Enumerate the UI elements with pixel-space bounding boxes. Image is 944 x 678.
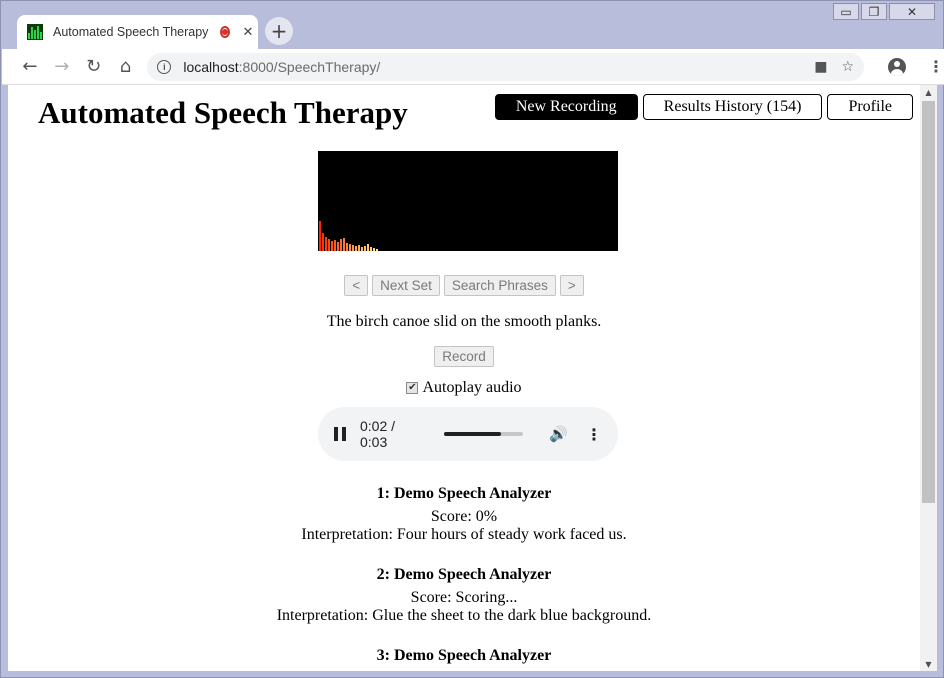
visualizer-bar	[367, 244, 369, 251]
results-list: 1: Demo Speech Analyzer Score: 0% Interp…	[8, 485, 920, 671]
new-tab-button[interactable]: +	[265, 17, 293, 45]
url-text: localhost:8000/SpeechTherapy/	[183, 59, 380, 75]
minimize-button[interactable]: ▭	[833, 3, 859, 20]
result-interpretation: Interpretation: Glue the sheet to the da…	[276, 607, 652, 624]
audio-player: 0:02 / 0:03 🔊 ⋮	[318, 407, 618, 461]
pause-icon[interactable]	[334, 427, 346, 441]
visualizer-bar	[334, 240, 336, 251]
autoplay-checkbox[interactable]: ✔	[406, 382, 419, 394]
result-interpretation: Interpretation: Four hours of steady wor…	[301, 526, 627, 543]
page-content: Automated Speech Therapy New Recording R…	[8, 85, 920, 671]
autoplay-row: ✔ Autoplay audio	[8, 379, 920, 397]
top-nav: New Recording Results History (154) Prof…	[494, 94, 913, 120]
result-title: 3: Demo Speech Analyzer	[376, 647, 552, 664]
results-history-tab[interactable]: Results History (154)	[642, 94, 823, 120]
camera-icon[interactable]: ■	[814, 59, 827, 75]
result-item: 2: Demo Speech Analyzer Score: Scoring..…	[8, 566, 920, 625]
visualizer-bar	[343, 238, 345, 251]
visualizer-bar	[322, 233, 324, 251]
visualizer-bar	[358, 245, 360, 251]
url-path: :8000/SpeechTherapy/	[238, 58, 381, 75]
visualizer-bar	[337, 242, 339, 251]
next-set-button[interactable]: Next Set	[372, 275, 440, 296]
profile-avatar-icon[interactable]	[888, 57, 906, 76]
home-icon[interactable]: ⌂	[110, 51, 142, 83]
browser-toolbar: ← → ↻ ⌂ i localhost:8000/SpeechTherapy/ …	[2, 49, 944, 85]
scroll-down-icon[interactable]: ▼	[920, 657, 937, 671]
address-bar[interactable]: i localhost:8000/SpeechTherapy/ ■ ☆	[147, 52, 865, 81]
result-item: 3: Demo Speech Analyzer	[8, 647, 920, 665]
scroll-up-icon[interactable]: ▲	[920, 85, 937, 99]
site-info-icon[interactable]: i	[157, 59, 172, 74]
result-score: Score: 0%	[430, 508, 498, 525]
visualizer-bar	[340, 239, 342, 251]
prev-phrase-button[interactable]: <	[344, 275, 369, 296]
browser-tab[interactable]: Automated Speech Therapy ✕	[17, 15, 258, 49]
tab-close-icon[interactable]: ✕	[242, 25, 253, 40]
visualizer-bar	[331, 241, 333, 251]
url-host: localhost	[183, 58, 239, 75]
profile-tab[interactable]: Profile	[827, 94, 913, 120]
close-window-button[interactable]: ✕	[889, 3, 935, 20]
record-row: Record	[8, 346, 920, 367]
forward-arrow-icon[interactable]: →	[46, 51, 78, 83]
visualizer-bar	[346, 243, 348, 251]
visualizer-bar	[373, 248, 375, 251]
phrase-controls: < Next Set Search Phrases >	[8, 275, 920, 296]
browser-menu-icon[interactable]: ⋮	[928, 57, 944, 76]
seek-progress	[443, 432, 502, 436]
new-recording-tab[interactable]: New Recording	[494, 94, 638, 120]
visualizer-bar	[328, 239, 330, 251]
visualizer-bar	[325, 237, 327, 251]
restore-button[interactable]: ❐	[861, 3, 887, 20]
volume-icon[interactable]: 🔊	[549, 425, 568, 443]
target-phrase: The birch canoe slid on the smooth plank…	[326, 313, 602, 330]
next-phrase-button[interactable]: >	[559, 275, 584, 296]
record-button[interactable]: Record	[434, 346, 494, 367]
result-title: 1: Demo Speech Analyzer	[376, 485, 552, 502]
bookmark-star-icon[interactable]: ☆	[842, 59, 855, 75]
audio-time: 0:02 / 0:03	[360, 418, 396, 450]
page-scrollbar[interactable]: ▲ ▼	[920, 85, 937, 671]
audio-menu-icon[interactable]: ⋮	[586, 425, 602, 444]
visualizer-bar	[370, 247, 372, 251]
page-title: Automated Speech Therapy	[38, 95, 408, 130]
visualizer-bar	[352, 245, 354, 251]
window-controls: ▭ ❐ ✕	[831, 3, 935, 20]
visualizer-bar	[355, 246, 357, 251]
tab-title: Automated Speech Therapy	[53, 25, 209, 39]
seek-bar[interactable]	[443, 432, 524, 436]
result-item: 1: Demo Speech Analyzer Score: 0% Interp…	[8, 485, 920, 544]
visualizer-bar	[361, 247, 363, 251]
search-phrases-button[interactable]: Search Phrases	[443, 275, 556, 296]
visualizer-bar	[349, 244, 351, 251]
record-dot-icon	[220, 26, 231, 38]
visualizer-bar	[364, 246, 366, 251]
back-arrow-icon[interactable]: ←	[14, 51, 46, 83]
omnibox-actions: ■ ☆	[814, 59, 854, 75]
visualizer-bar	[376, 249, 378, 251]
audio-visualizer	[318, 151, 618, 251]
autoplay-label: Autoplay audio	[422, 379, 522, 396]
result-score: Score: Scoring...	[410, 589, 518, 606]
scroll-thumb[interactable]	[922, 101, 935, 503]
reload-icon[interactable]: ↻	[78, 51, 110, 83]
visualizer-bar	[319, 221, 321, 251]
app-favicon-icon	[27, 24, 43, 40]
result-title: 2: Demo Speech Analyzer	[376, 566, 552, 583]
